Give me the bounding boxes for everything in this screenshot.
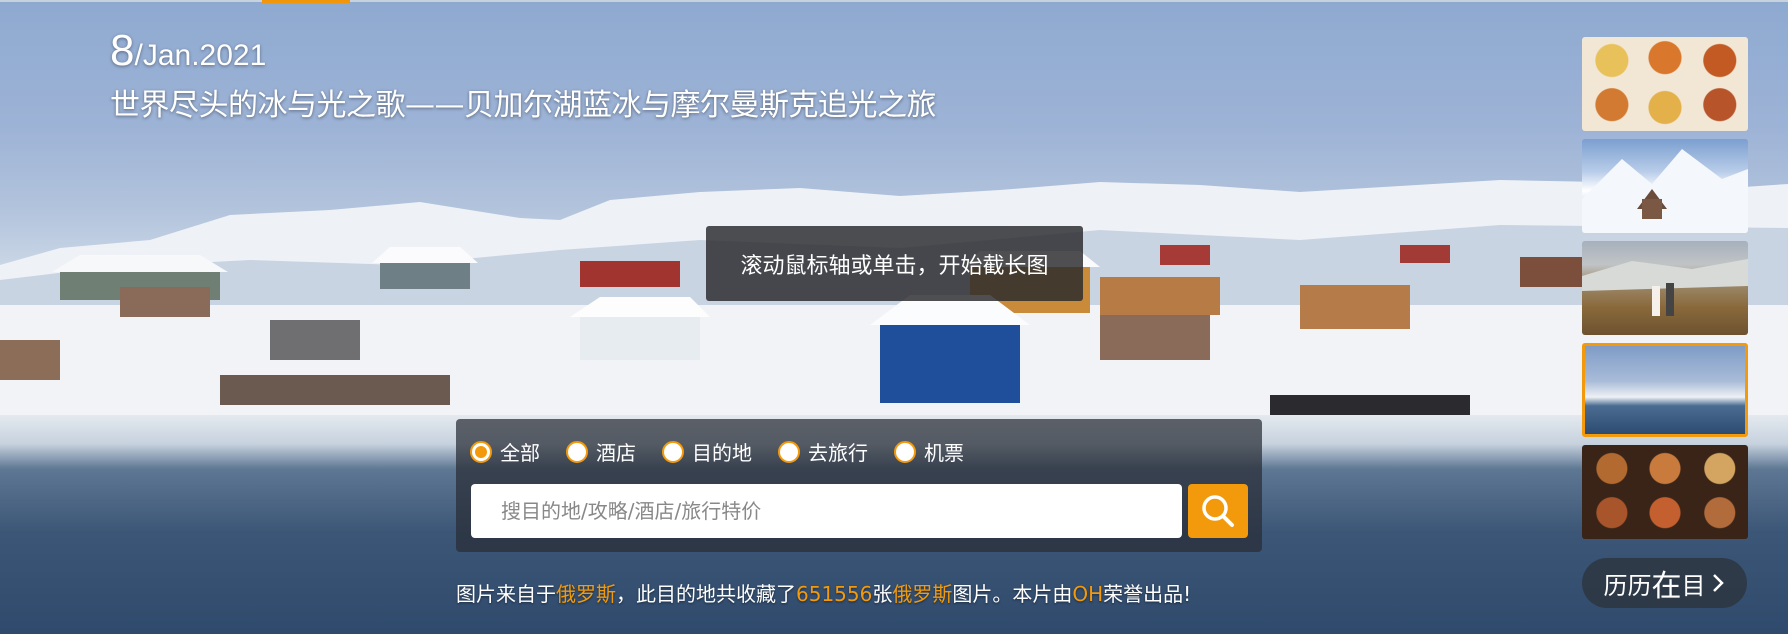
credit-author-link[interactable]: OH xyxy=(1072,582,1103,606)
chevron-right-icon xyxy=(1712,574,1724,592)
radio-label: 机票 xyxy=(924,441,964,465)
radio-icon[interactable] xyxy=(566,440,588,463)
post-date: 8/Jan.2021 xyxy=(110,26,266,76)
radio-travel[interactable]: 去旅行 xyxy=(778,437,868,466)
credit-text: 图片来自于 xyxy=(456,582,556,606)
history-button[interactable]: 历历在目 xyxy=(1582,558,1747,608)
thumbnail-couple-in-valley[interactable] xyxy=(1582,241,1748,335)
screenshot-tooltip: 滚动鼠标轴或单击，开始截长图 xyxy=(706,226,1083,301)
search-panel: 全部 酒店 目的地 去旅行 机票 xyxy=(456,419,1262,552)
credit-text: 荣誉出品! xyxy=(1103,582,1192,606)
search-icon xyxy=(1202,495,1234,527)
credit-text: 张 xyxy=(872,582,893,606)
radio-destination[interactable]: 目的地 xyxy=(662,437,752,466)
mountain-illustration xyxy=(1582,149,1748,233)
thumbnail-food-dishes[interactable] xyxy=(1582,37,1748,131)
search-button[interactable] xyxy=(1188,484,1248,538)
radio-hotel[interactable]: 酒店 xyxy=(566,437,636,466)
radio-label: 全部 xyxy=(500,441,540,465)
thumbnail-strip xyxy=(1582,37,1748,547)
history-label-c: 目 xyxy=(1681,571,1706,600)
photo-credit: 图片来自于俄罗斯，此目的地共收藏了651556张俄罗斯图片。本片由OH荣誉出品! xyxy=(456,578,1191,607)
radio-icon[interactable] xyxy=(778,440,800,463)
credit-count[interactable]: 651556 xyxy=(796,582,872,606)
radio-flights[interactable]: 机票 xyxy=(894,437,964,466)
radio-icon[interactable] xyxy=(662,440,684,463)
thumbnail-stew-dishes[interactable] xyxy=(1582,445,1748,539)
thumbnail-snowy-mountain-monastery[interactable] xyxy=(1582,139,1748,233)
radio-label: 目的地 xyxy=(692,441,752,465)
history-label-a: 历历 xyxy=(1603,571,1652,600)
history-label-b: 在 xyxy=(1651,569,1682,604)
credit-place-link[interactable]: 俄罗斯 xyxy=(892,582,952,606)
search-field-wrapper xyxy=(471,484,1182,538)
radio-icon[interactable] xyxy=(894,440,916,463)
radio-selected-icon[interactable] xyxy=(470,440,492,463)
date-day: 8 xyxy=(110,26,135,75)
active-nav-indicator xyxy=(262,0,350,3)
credit-text: ，此目的地共收藏了 xyxy=(616,582,796,606)
date-month-year: /Jan.2021 xyxy=(134,39,267,72)
banner-title[interactable]: 世界尽头的冰与光之歌——贝加尔湖蓝冰与摩尔曼斯克追光之旅 xyxy=(110,80,937,124)
radio-all[interactable]: 全部 xyxy=(470,437,540,466)
top-nav-line xyxy=(0,0,1788,3)
credit-text: 图片。本片由 xyxy=(952,582,1073,606)
search-type-tabs: 全部 酒店 目的地 去旅行 机票 xyxy=(470,437,990,466)
credit-place-link[interactable]: 俄罗斯 xyxy=(556,582,616,606)
radio-label: 去旅行 xyxy=(808,441,868,465)
radio-label: 酒店 xyxy=(596,441,636,465)
hero-banner: 8/Jan.2021 世界尽头的冰与光之歌——贝加尔湖蓝冰与摩尔曼斯克追光之旅 … xyxy=(0,0,1788,634)
search-input[interactable] xyxy=(471,484,1182,538)
thumbnail-snowy-harbor[interactable] xyxy=(1582,343,1748,437)
couple-illustration xyxy=(1582,259,1748,316)
